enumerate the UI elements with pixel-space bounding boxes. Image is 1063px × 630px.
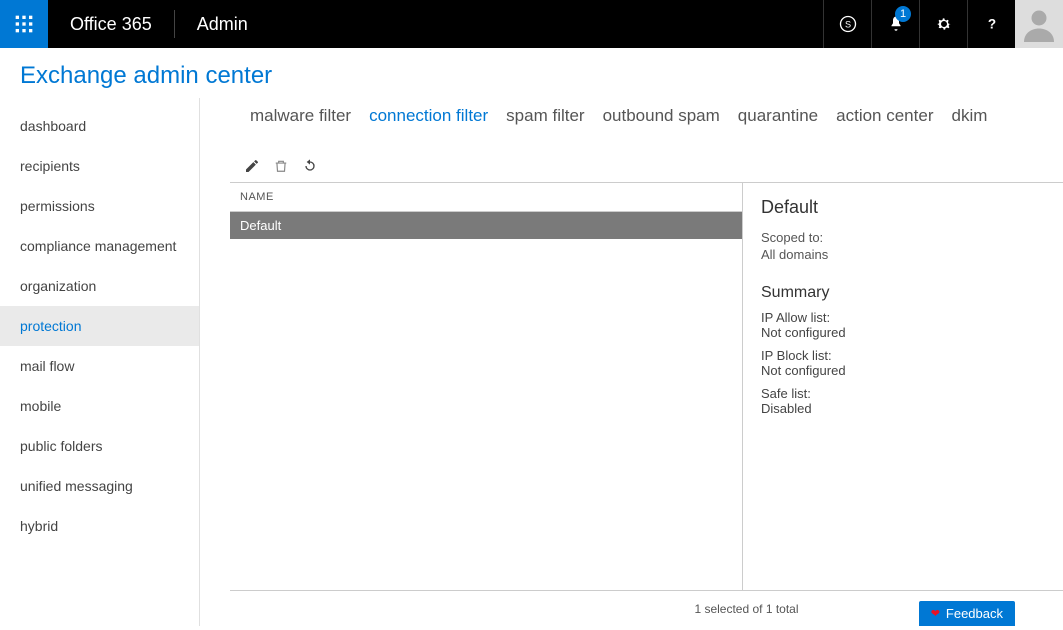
sidebar-item-mail-flow[interactable]: mail flow: [0, 346, 199, 386]
skype-button[interactable]: S: [823, 0, 871, 48]
edit-button[interactable]: [244, 158, 260, 174]
allow-list-label: IP Allow list:: [761, 310, 1045, 325]
detail-title: Default: [761, 197, 1045, 218]
settings-button[interactable]: [919, 0, 967, 48]
notification-badge: 1: [895, 6, 911, 22]
tab-action-center[interactable]: action center: [836, 106, 933, 126]
tab-connection-filter[interactable]: connection filter: [369, 106, 488, 126]
sidebar-item-compliance-management[interactable]: compliance management: [0, 226, 199, 266]
top-bar: Office 365 Admin S 1 ?: [0, 0, 1063, 48]
sidebar-item-organization[interactable]: organization: [0, 266, 199, 306]
detail-pane: Default Scoped to: All domains Summary I…: [743, 183, 1063, 590]
selection-status: 1 selected of 1 total: [694, 602, 798, 616]
waffle-icon: [14, 14, 34, 34]
tab-dkim[interactable]: dkim: [951, 106, 987, 126]
safe-list-label: Safe list:: [761, 386, 1045, 401]
help-icon: ?: [983, 15, 1001, 33]
feedback-button[interactable]: ❤ Feedback: [919, 601, 1015, 626]
refresh-button[interactable]: [302, 158, 318, 174]
avatar-icon: [1021, 6, 1057, 42]
help-button[interactable]: ?: [967, 0, 1015, 48]
allow-list-value: Not configured: [761, 325, 1045, 340]
sidebar: dashboardrecipientspermissionscompliance…: [0, 98, 200, 626]
pencil-icon: [244, 158, 260, 174]
main-layout: dashboardrecipientspermissionscompliance…: [0, 98, 1063, 626]
sidebar-item-permissions[interactable]: permissions: [0, 186, 199, 226]
trash-icon: [274, 158, 288, 174]
brand-link[interactable]: Office 365: [48, 0, 174, 48]
profile-button[interactable]: [1015, 0, 1063, 48]
tab-outbound-spam[interactable]: outbound spam: [603, 106, 720, 126]
sidebar-item-unified-messaging[interactable]: unified messaging: [0, 466, 199, 506]
tab-bar: malware filter connection filter spam filt…: [230, 102, 1063, 146]
page-title: Exchange admin center: [0, 48, 1063, 98]
refresh-icon: [302, 158, 318, 174]
sidebar-item-hybrid[interactable]: hybrid: [0, 506, 199, 546]
notifications-button[interactable]: 1: [871, 0, 919, 48]
tab-quarantine[interactable]: quarantine: [738, 106, 818, 126]
svg-text:S: S: [844, 19, 850, 29]
sidebar-item-public-folders[interactable]: public folders: [0, 426, 199, 466]
sidebar-item-dashboard[interactable]: dashboard: [0, 106, 199, 146]
sidebar-item-recipients[interactable]: recipients: [0, 146, 199, 186]
delete-button[interactable]: [274, 158, 288, 174]
block-list-label: IP Block list:: [761, 348, 1045, 363]
sidebar-item-mobile[interactable]: mobile: [0, 386, 199, 426]
table-area: NAME Default Default Scoped to: All doma…: [230, 182, 1063, 590]
top-spacer: [270, 0, 823, 48]
tab-spam-filter[interactable]: spam filter: [506, 106, 584, 126]
svg-text:?: ?: [987, 17, 995, 32]
main-content: malware filter connection filter spam filt…: [200, 98, 1063, 626]
scope-label: Scoped to:: [761, 230, 1045, 245]
feedback-label: Feedback: [946, 606, 1003, 621]
block-list-value: Not configured: [761, 363, 1045, 378]
footer-bar: 1 selected of 1 total ❤ Feedback: [230, 590, 1063, 626]
table-column: NAME Default: [230, 183, 743, 590]
toolbar: [230, 146, 1063, 182]
safe-list-value: Disabled: [761, 401, 1045, 416]
table-row[interactable]: Default: [230, 212, 742, 239]
sidebar-item-protection[interactable]: protection: [0, 306, 199, 346]
gear-icon: [935, 15, 953, 33]
app-name: Admin: [175, 0, 270, 48]
table-header-name[interactable]: NAME: [230, 183, 742, 212]
heart-icon: ❤: [931, 607, 940, 620]
summary-heading: Summary: [761, 284, 1045, 302]
scope-value: All domains: [761, 247, 1045, 262]
app-launcher-button[interactable]: [0, 0, 48, 48]
tab-malware-filter[interactable]: malware filter: [250, 106, 351, 126]
skype-icon: S: [838, 14, 858, 34]
